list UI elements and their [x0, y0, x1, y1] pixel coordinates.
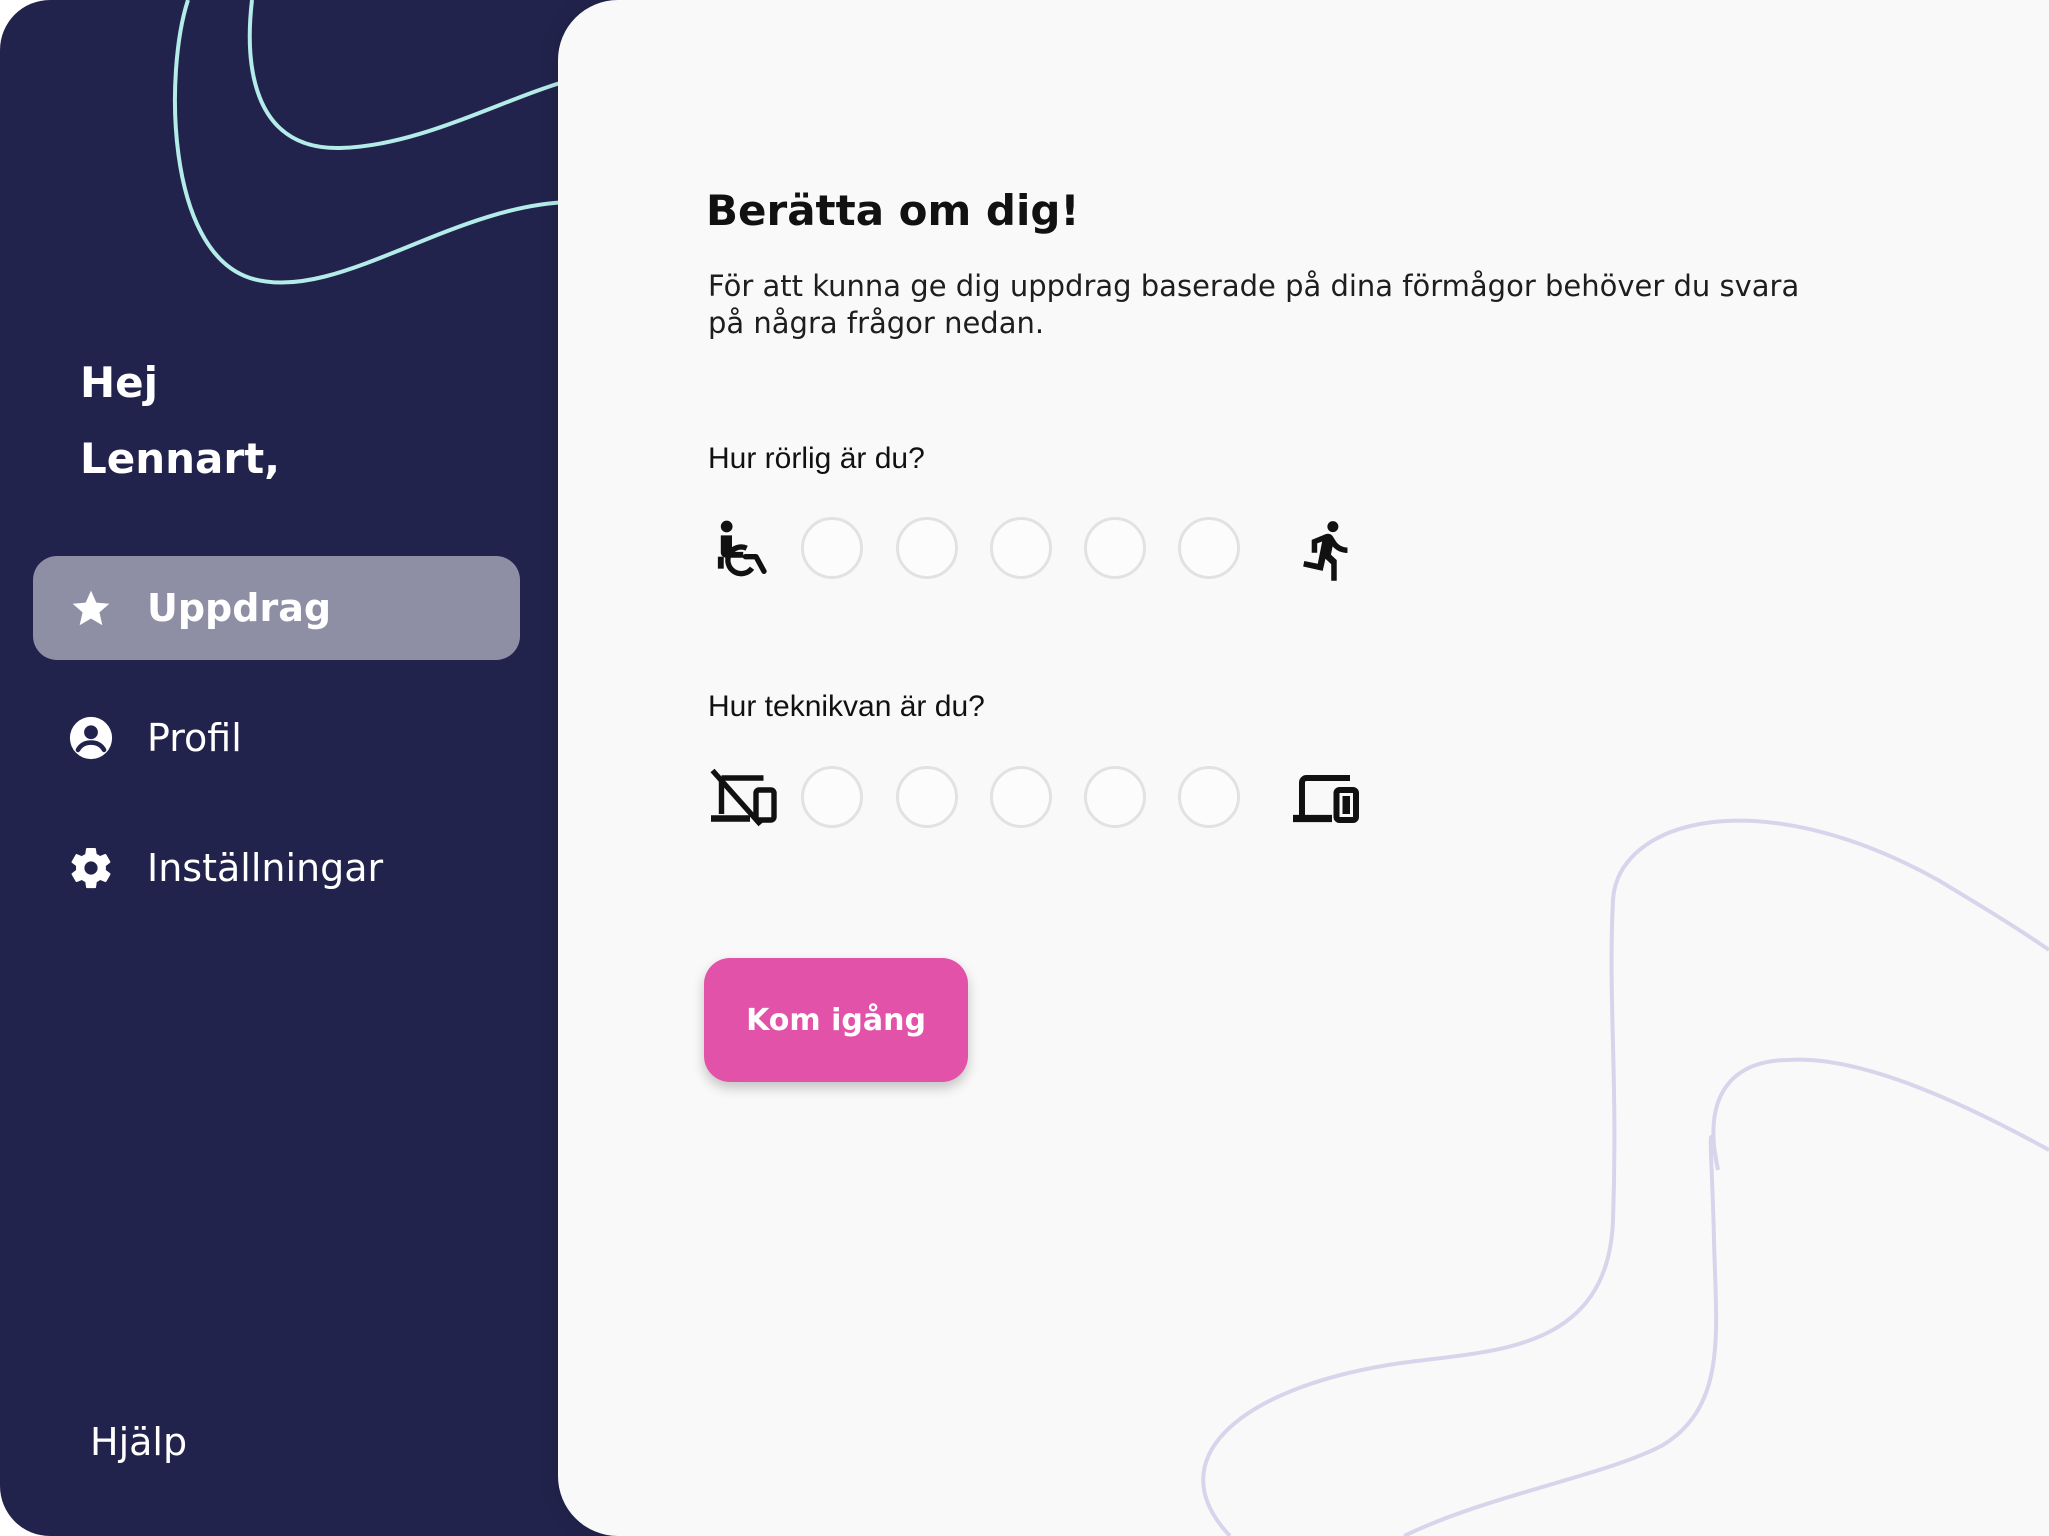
page-title: Berätta om dig! [706, 186, 1080, 235]
account-circle-icon [67, 714, 115, 762]
sidebar: Hej Lennart, Uppdrag Profil Inställninga… [0, 0, 620, 1536]
question-tech-label: Hur teknikvan är du? [708, 690, 985, 723]
gear-icon [67, 844, 115, 892]
mobility-option-4[interactable] [1084, 517, 1146, 579]
mobility-option-5[interactable] [1178, 517, 1240, 579]
get-started-button[interactable]: Kom igång [704, 958, 968, 1082]
sidebar-item-label: Profil [147, 716, 242, 760]
mobility-option-2[interactable] [896, 517, 958, 579]
mobility-scale [708, 515, 1408, 585]
main-panel: Berätta om dig! För att kunna ge dig upp… [558, 0, 2049, 1536]
sidebar-item-profil[interactable]: Profil [33, 686, 520, 790]
question-mobility-label: Hur rörlig är du? [708, 442, 925, 475]
tech-scale [708, 764, 1408, 834]
help-link[interactable]: Hjälp [90, 1420, 187, 1464]
tech-option-3[interactable] [990, 766, 1052, 828]
tech-option-1[interactable] [801, 766, 863, 828]
tech-option-2[interactable] [896, 766, 958, 828]
greeting-line-1: Hej [80, 358, 159, 407]
mobility-option-3[interactable] [990, 517, 1052, 579]
greeting: Hej Lennart, [80, 345, 280, 497]
running-person-icon [1290, 515, 1362, 585]
decorative-curves [173, 0, 620, 285]
tech-option-4[interactable] [1084, 766, 1146, 828]
mobility-option-1[interactable] [801, 517, 863, 579]
app-window: Hej Lennart, Uppdrag Profil Inställninga… [0, 0, 2049, 1536]
tech-option-5[interactable] [1178, 766, 1240, 828]
sidebar-item-label: Uppdrag [147, 586, 332, 630]
page-description: För att kunna ge dig uppdrag baserade på… [708, 269, 1800, 340]
devices-icon [1290, 764, 1362, 834]
wheelchair-icon [708, 515, 780, 585]
star-icon [67, 584, 115, 632]
sidebar-item-installningar[interactable]: Inställningar [33, 816, 520, 920]
greeting-name: Lennart, [80, 434, 281, 483]
sidebar-item-label: Inställningar [147, 846, 384, 890]
sidebar-item-uppdrag[interactable]: Uppdrag [33, 556, 520, 660]
devices-off-icon [708, 764, 780, 834]
